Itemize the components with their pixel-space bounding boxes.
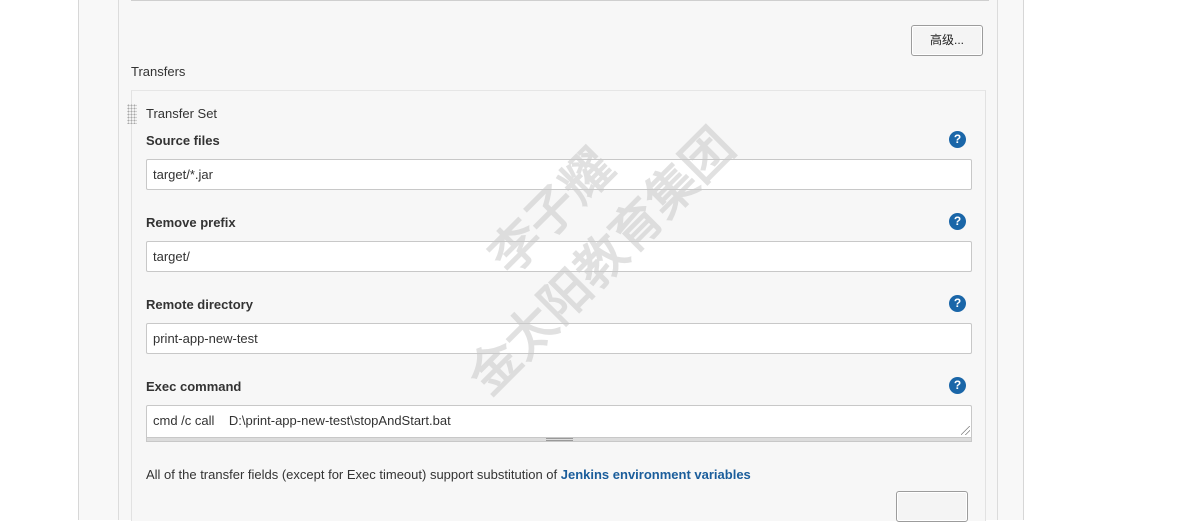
exec-command-help-icon[interactable]: ? [949,377,966,394]
source-files-label: Source files [146,133,220,148]
resize-corner-icon[interactable] [961,426,970,435]
jenkins-env-vars-link[interactable]: Jenkins environment variables [561,467,751,482]
transfers-label: Transfers [131,64,186,79]
bottom-button[interactable] [896,491,968,522]
remote-directory-input[interactable] [146,323,972,354]
previous-field-input[interactable] [131,0,989,1]
transfer-set-container [131,90,986,521]
advanced-button[interactable]: 高级... [911,25,983,56]
remote-directory-label: Remote directory [146,297,253,312]
substitution-note: All of the transfer fields (except for E… [146,467,751,482]
transfer-set-title: Transfer Set [146,106,218,121]
exec-command-textarea[interactable]: cmd /c call D:\print-app-new-test\stopAn… [146,405,972,438]
exec-command-label: Exec command [146,379,242,394]
drag-handle-icon[interactable] [127,104,137,124]
remove-prefix-label: Remove prefix [146,215,236,230]
remove-prefix-help-icon[interactable]: ? [949,213,966,230]
substitution-note-text: All of the transfer fields (except for E… [146,467,561,482]
remote-directory-help-icon[interactable]: ? [949,295,966,312]
grip-lines-icon [546,438,573,441]
source-files-help-icon[interactable]: ? [949,131,966,148]
remove-prefix-input[interactable] [146,241,972,272]
source-files-input[interactable] [146,159,972,190]
